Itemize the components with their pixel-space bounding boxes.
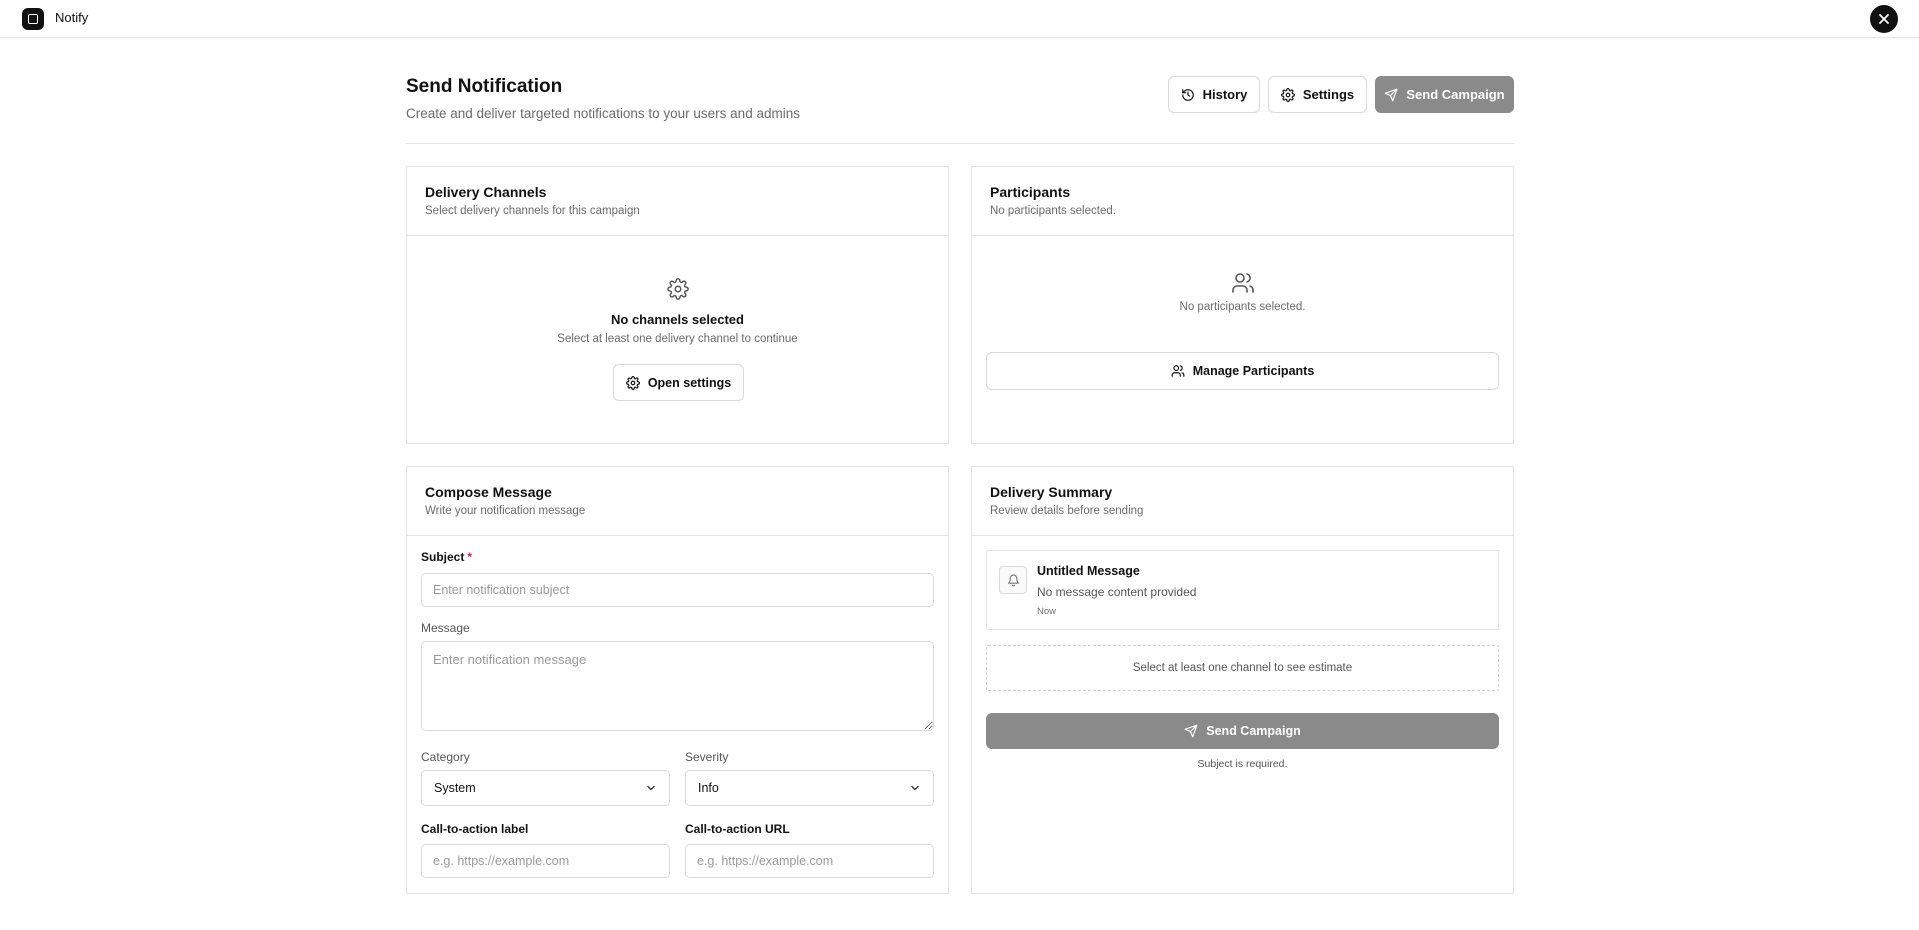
gear-icon (625, 375, 640, 390)
send-icon (1184, 724, 1198, 738)
delivery-summary-card: Delivery Summary Review details before s… (971, 466, 1514, 894)
subject-label-text: Subject (421, 550, 465, 564)
severity-label: Severity (685, 750, 729, 764)
users-icon (1231, 273, 1254, 293)
chevron-down-icon (647, 785, 655, 791)
preview-title: Untitled Message (1037, 564, 1140, 578)
severity-select[interactable]: Info (685, 770, 934, 806)
channels-empty-title: No channels selected (611, 312, 744, 327)
preview-body: No message content provided (1037, 585, 1197, 599)
card-header: Compose Message Write your notification … (407, 467, 948, 536)
square-logo-icon (22, 8, 44, 30)
settings-label: Settings (1302, 87, 1355, 102)
send-icon (1384, 88, 1398, 101)
estimate-placeholder: Select at least one channel to see estim… (986, 645, 1499, 691)
cta-label-label: Call-to-action label (421, 822, 529, 836)
gear-icon (666, 278, 689, 300)
card-subtitle: Write your notification message (425, 505, 586, 517)
message-label: Message (421, 621, 470, 635)
open-settings-label: Open settings (647, 375, 732, 390)
validation-message: Subject is required. (1197, 758, 1288, 770)
send-campaign-label: Send Campaign (1406, 87, 1505, 102)
send-campaign-label: Send Campaign (1206, 724, 1301, 738)
message-preview: Untitled Message No message content prov… (986, 550, 1499, 630)
cta-url-label: Call-to-action URL (685, 822, 790, 836)
users-icon (1171, 365, 1185, 377)
card-header: Participants No participants selected. (972, 167, 1513, 236)
card-title: Delivery Summary (990, 484, 1113, 500)
send-campaign-button[interactable]: Send Campaign (986, 713, 1499, 749)
chevron-down-icon (911, 785, 919, 791)
bell-icon (1007, 574, 1019, 586)
severity-value: Info (698, 781, 719, 795)
history-button[interactable]: History (1168, 76, 1260, 113)
channels-empty-subtitle: Select at least one delivery channel to … (557, 333, 798, 345)
participants-card: Participants No participants selected. N… (971, 166, 1514, 444)
close-button[interactable] (1870, 5, 1898, 33)
card-title: Delivery Channels (425, 184, 547, 200)
card-header: Delivery Channels Select delivery channe… (407, 167, 948, 236)
delivery-channels-card: Delivery Channels Select delivery channe… (406, 166, 949, 444)
participants-empty-icon-wrap (972, 271, 1513, 300)
bell-icon-box (999, 566, 1027, 594)
close-icon (1879, 14, 1889, 24)
compose-message-card: Compose Message Write your notification … (406, 466, 949, 894)
category-select[interactable]: System (421, 770, 670, 806)
category-value: System (434, 781, 476, 795)
channels-empty-icon-wrap (407, 278, 948, 305)
card-title: Compose Message (425, 484, 552, 500)
subject-label: Subject * (421, 550, 472, 564)
page-subtitle: Create and deliver targeted notification… (406, 106, 800, 121)
history-label: History (1202, 87, 1248, 102)
manage-participants-button[interactable]: Manage Participants (986, 352, 1499, 390)
cta-url-input[interactable] (685, 844, 934, 878)
card-subtitle: Review details before sending (990, 505, 1144, 517)
gear-icon (1280, 87, 1295, 102)
open-settings-button[interactable]: Open settings (613, 364, 744, 401)
page-title: Send Notification (406, 76, 563, 97)
history-icon (1181, 88, 1194, 101)
category-label: Category (421, 750, 470, 764)
message-textarea[interactable] (421, 641, 934, 731)
preview-time: Now (1037, 606, 1057, 617)
app-title: Notify (55, 10, 89, 25)
top-bar: Notify (0, 0, 1919, 38)
card-title: Participants (990, 184, 1071, 200)
subject-input[interactable] (421, 573, 934, 607)
required-mark: * (467, 550, 473, 564)
manage-participants-label: Manage Participants (1192, 364, 1315, 378)
card-subtitle: No participants selected. (990, 205, 1116, 217)
card-subtitle: Select delivery channels for this campai… (425, 205, 640, 217)
cta-label-input[interactable] (421, 844, 670, 878)
header-divider (406, 143, 1514, 144)
send-campaign-header-button[interactable]: Send Campaign (1375, 76, 1514, 113)
settings-button[interactable]: Settings (1268, 76, 1367, 113)
card-header: Delivery Summary Review details before s… (972, 467, 1513, 536)
participants-empty-text: No participants selected. (1179, 301, 1306, 313)
